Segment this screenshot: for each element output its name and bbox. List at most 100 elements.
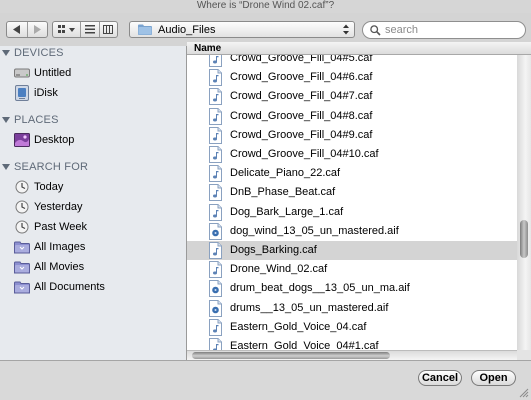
file-row[interactable]: Dog_Bark_Large_1.caf	[187, 203, 517, 222]
back-button[interactable]	[7, 22, 28, 37]
file-name: Delicate_Piano_22.caf	[230, 167, 341, 180]
sidebar-item-all-movies[interactable]: All Movies	[14, 258, 84, 276]
caf-audio-file-icon	[209, 69, 222, 87]
smart-folder-icon	[14, 279, 30, 295]
file-row[interactable]: Eastern_Gold_Voice_04#1.caf	[187, 337, 517, 350]
sidebar-section-devices[interactable]: DEVICES	[2, 46, 64, 60]
section-title: SEARCH FOR	[14, 161, 89, 173]
caf-audio-file-icon	[209, 184, 222, 202]
icon-view-icon	[57, 25, 75, 33]
open-button[interactable]: Open	[471, 370, 516, 386]
file-row[interactable]: DnB_Phase_Beat.caf	[187, 183, 517, 202]
file-row[interactable]: Crowd_Groove_Fill_04#10.caf	[187, 145, 517, 164]
horizontal-scroll-thumb[interactable]	[192, 352, 390, 359]
search-field[interactable]	[362, 21, 526, 39]
sidebar-item-all-documents[interactable]: All Documents	[14, 278, 105, 296]
column-view-button[interactable]	[100, 22, 117, 37]
file-row[interactable]: Crowd_Groove_Fill_04#7.caf	[187, 87, 517, 106]
vertical-scrollbar[interactable]	[517, 55, 531, 350]
file-name: Crowd_Groove_Fill_04#9.caf	[230, 128, 373, 141]
popup-arrows-icon	[343, 24, 349, 35]
file-row[interactable]: Dogs_Barking.caf	[187, 241, 517, 260]
sidebar-item-idisk[interactable]: iDisk	[14, 84, 58, 102]
aif-audio-file-icon	[209, 299, 222, 317]
file-name: Drone_Wind_02.caf	[230, 263, 328, 276]
sidebar-item-label: Past Week	[34, 221, 87, 233]
list-view-icon	[84, 25, 95, 34]
file-name: Crowd_Groove_Fill_04#6.caf	[230, 71, 373, 84]
caf-audio-file-icon	[209, 55, 222, 67]
location-label: Audio_Files	[158, 23, 216, 36]
folder-icon	[138, 24, 152, 35]
file-row[interactable]: Crowd_Groove_Fill_04#6.caf	[187, 68, 517, 87]
caf-audio-file-icon	[209, 261, 222, 279]
sidebar-item-today[interactable]: Today	[14, 178, 63, 196]
file-list: Name Crowd_Groove_Fill_04#5.caf Crowd_Gro…	[187, 42, 531, 360]
disclosure-triangle-icon	[2, 50, 10, 56]
idisk-icon	[14, 85, 30, 101]
clock-icon	[14, 179, 30, 195]
desktop-icon	[14, 132, 30, 148]
caf-audio-file-icon	[209, 107, 222, 125]
file-rows: Crowd_Groove_Fill_04#5.caf Crowd_Groove_F…	[187, 55, 517, 350]
sidebar-item-desktop[interactable]: Desktop	[14, 131, 74, 149]
vertical-scroll-thumb[interactable]	[520, 220, 528, 258]
file-name: DnB_Phase_Beat.caf	[230, 186, 336, 199]
file-row[interactable]: drums__13_05_un_mastered.aif	[187, 299, 517, 318]
scroll-corner	[517, 350, 531, 360]
cancel-button[interactable]: Cancel	[418, 370, 462, 386]
file-row[interactable]: Delicate_Piano_22.caf	[187, 164, 517, 183]
button-bar: Cancel Open	[0, 360, 531, 400]
icon-view-button[interactable]	[53, 22, 82, 37]
clock-icon	[14, 199, 30, 215]
disclosure-triangle-icon	[2, 117, 10, 123]
search-icon	[370, 24, 381, 36]
file-row[interactable]: drum_beat_dogs__13_05_un_ma.aif	[187, 279, 517, 298]
file-name: dog_wind_13_05_un_mastered.aif	[230, 224, 399, 237]
file-name: Crowd_Groove_Fill_04#7.caf	[230, 90, 373, 103]
file-row[interactable]: Drone_Wind_02.caf	[187, 260, 517, 279]
sidebar-item-label: Untitled	[34, 67, 72, 79]
list-view-button[interactable]	[81, 22, 100, 37]
forward-arrow-icon	[34, 25, 42, 34]
sidebar-item-label: All Movies	[34, 261, 85, 273]
file-row[interactable]: Crowd_Groove_Fill_04#8.caf	[187, 107, 517, 126]
column-header-label: Name	[194, 43, 222, 54]
smart-folder-icon	[14, 239, 30, 255]
search-input[interactable]	[385, 24, 515, 36]
file-name: drums__13_05_un_mastered.aif	[230, 301, 389, 314]
view-segment	[52, 21, 118, 38]
file-name: Eastern_Gold_Voice_04#1.caf	[230, 340, 379, 350]
file-row[interactable]: Crowd_Groove_Fill_04#9.caf	[187, 126, 517, 145]
file-name: Crowd_Groove_Fill_04#5.caf	[230, 55, 373, 64]
caf-audio-file-icon	[209, 203, 222, 221]
caf-audio-file-icon	[209, 126, 222, 144]
file-name: Dog_Bark_Large_1.caf	[230, 205, 344, 218]
caf-audio-file-icon	[209, 242, 222, 259]
back-arrow-icon	[12, 25, 20, 34]
column-view-icon	[103, 25, 114, 34]
resize-grip-icon[interactable]	[518, 387, 529, 398]
sidebar-item-label: Yesterday	[34, 201, 83, 213]
sidebar-item-past-week[interactable]: Past Week	[14, 218, 87, 236]
sidebar-item-all-images[interactable]: All Images	[14, 238, 85, 256]
sidebar-item-untitled[interactable]: Untitled	[14, 64, 71, 82]
smart-folder-icon	[14, 259, 30, 275]
file-name: drum_beat_dogs__13_05_un_ma.aif	[230, 282, 410, 295]
caf-audio-file-icon	[209, 318, 222, 336]
file-name: Crowd_Groove_Fill_04#10.caf	[230, 148, 379, 160]
sidebar-item-label: iDisk	[34, 87, 58, 99]
sidebar-section-places[interactable]: PLACES	[2, 113, 59, 127]
column-header-name[interactable]: Name	[187, 42, 531, 55]
file-row[interactable]: Eastern_Gold_Voice_04.caf	[187, 318, 517, 337]
sidebar-item-yesterday[interactable]: Yesterday	[14, 198, 83, 216]
forward-button[interactable]	[28, 22, 48, 37]
location-popup[interactable]: Audio_Files	[129, 21, 355, 38]
aif-audio-file-icon	[209, 280, 222, 298]
file-row[interactable]: dog_wind_13_05_un_mastered.aif	[187, 222, 517, 241]
horizontal-scrollbar[interactable]	[187, 350, 517, 360]
file-row[interactable]: Crowd_Groove_Fill_04#5.caf	[187, 55, 517, 68]
disclosure-triangle-icon	[2, 164, 10, 170]
sidebar-item-label: Desktop	[34, 134, 75, 146]
sidebar-section-search-for[interactable]: SEARCH FOR	[2, 160, 88, 174]
